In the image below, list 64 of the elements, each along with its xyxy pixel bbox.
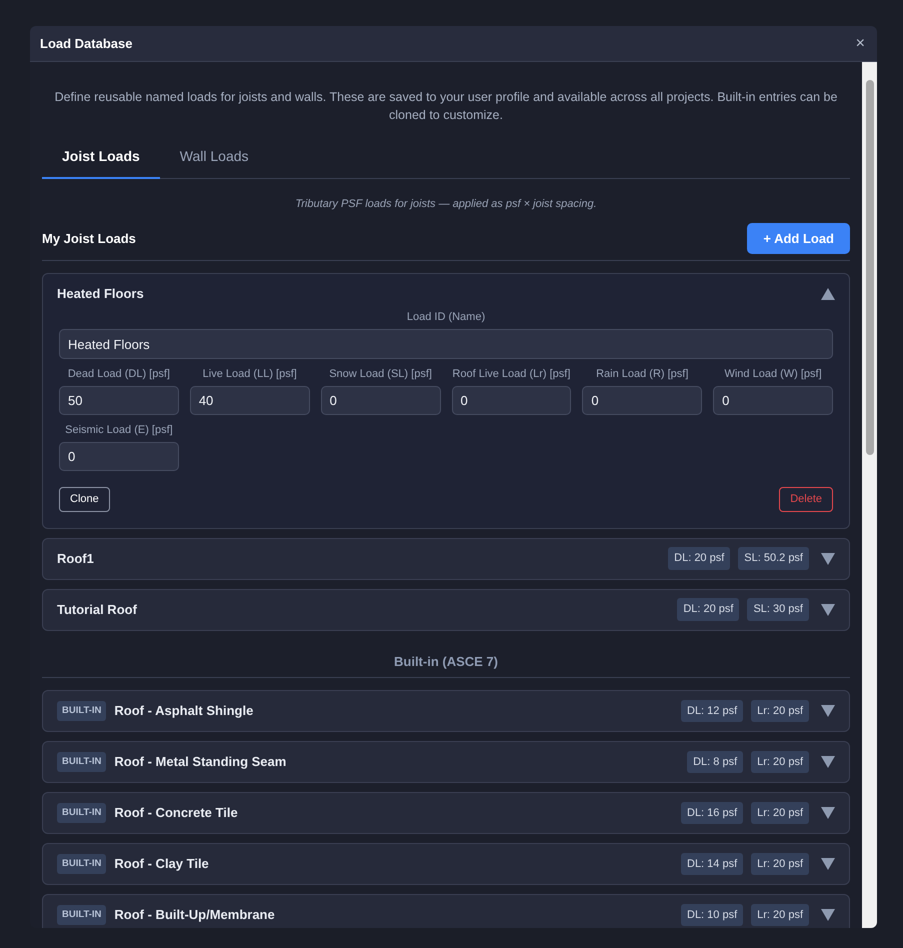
- collapse-triangle-icon[interactable]: [821, 288, 835, 300]
- load-name: Roof - Clay Tile: [114, 855, 209, 874]
- delete-button[interactable]: Delete: [779, 487, 833, 512]
- close-button[interactable]: ×: [854, 36, 867, 52]
- number-input[interactable]: 0: [582, 386, 702, 415]
- number-input[interactable]: 0: [452, 386, 572, 415]
- load-tag: Lr: 20 psf: [751, 802, 809, 824]
- load-tag: Lr: 20 psf: [751, 750, 809, 774]
- field-label: Snow Load (SL) [psf]: [328, 367, 433, 382]
- number-input[interactable]: 0: [320, 386, 440, 415]
- load-tag: DL: 20 psf: [677, 598, 740, 621]
- load-tag: DL: 14 psf: [681, 852, 744, 876]
- built-in-tag: BUILT-IN: [57, 700, 106, 722]
- field-label: Load ID (Name): [406, 310, 486, 325]
- expand-triangle-icon[interactable]: [821, 807, 835, 819]
- load-name: Roof1: [57, 550, 94, 568]
- load-tag: SL: 30 psf: [747, 598, 809, 621]
- load-tag: DL: 12 psf: [681, 700, 744, 722]
- load-tag: SL: 50.2 psf: [738, 547, 809, 570]
- section-title: Built-in (ASCE 7): [42, 640, 850, 678]
- field-label: Live Load (LL) [psf]: [202, 367, 298, 382]
- load-tag: Lr: 20 psf: [751, 852, 809, 876]
- load-tag: Lr: 20 psf: [751, 904, 809, 926]
- expand-triangle-icon[interactable]: [821, 705, 835, 717]
- number-input[interactable]: 50: [59, 386, 179, 415]
- load-tag: DL: 16 psf: [681, 802, 744, 824]
- built-in-tag: BUILT-IN: [57, 802, 106, 824]
- name-input[interactable]: Heated Floors: [59, 329, 833, 359]
- expand-triangle-icon[interactable]: [821, 604, 835, 616]
- add-load-button[interactable]: + Add Load: [747, 222, 850, 254]
- load-name: Roof - Concrete Tile: [114, 804, 238, 822]
- load-name: Roof - Asphalt Shingle: [114, 702, 254, 720]
- built-in-tag: BUILT-IN: [57, 904, 106, 926]
- expand-triangle-icon[interactable]: [821, 756, 835, 768]
- window-title: Load Database: [40, 34, 132, 53]
- load-name: Roof - Built-Up/Membrane: [114, 906, 275, 924]
- load-name: Tutorial Roof: [57, 600, 137, 619]
- scrollbar[interactable]: [862, 62, 877, 928]
- field-label: Seismic Load (E) [psf]: [64, 423, 174, 438]
- clone-button[interactable]: Clone: [59, 487, 110, 512]
- tab[interactable]: Joist Loads: [42, 138, 160, 179]
- built-in-tag: BUILT-IN: [57, 854, 106, 874]
- load-name: Roof - Metal Standing Seam: [114, 753, 286, 772]
- load-tag: DL: 10 psf: [681, 904, 744, 926]
- number-input[interactable]: 40: [190, 386, 310, 415]
- scrollbar-thumb[interactable]: [866, 80, 874, 455]
- expand-triangle-icon[interactable]: [821, 552, 835, 564]
- expand-triangle-icon[interactable]: [821, 909, 835, 921]
- load-name: Heated Floors: [57, 285, 144, 304]
- number-input[interactable]: 0: [713, 386, 833, 415]
- load-tag: Lr: 20 psf: [751, 700, 809, 722]
- description-text: Define reusable named loads for joists and walls. These are saved to your user profile and available across all projects. Built-in entries can be cloned to customize.: [54, 89, 838, 124]
- tab[interactable]: Wall Loads: [160, 138, 269, 179]
- field-label: Roof Live Load (Lr) [psf]: [452, 367, 572, 382]
- number-input[interactable]: 0: [59, 442, 179, 471]
- hint-text: Tributary PSF loads for joists — applied as psf × joist spacing.: [294, 197, 598, 212]
- expand-triangle-icon[interactable]: [821, 858, 835, 870]
- field-label: Rain Load (R) [psf]: [595, 367, 690, 382]
- field-label: Dead Load (DL) [psf]: [66, 367, 171, 382]
- load-tag: DL: 20 psf: [668, 547, 730, 570]
- built-in-tag: BUILT-IN: [57, 752, 106, 772]
- section-title: My Joist Loads: [42, 230, 136, 248]
- load-tag: DL: 8 psf: [687, 750, 744, 774]
- field-label: Wind Load (W) [psf]: [723, 367, 823, 382]
